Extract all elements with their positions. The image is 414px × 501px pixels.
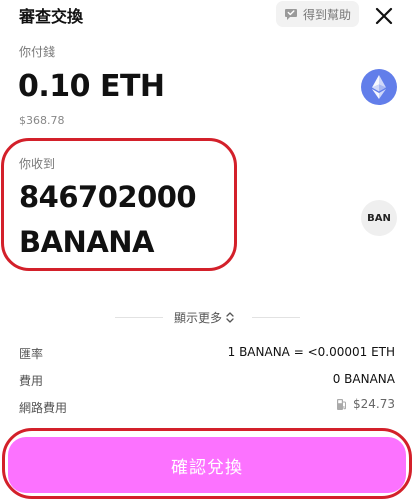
show-more-label: 顯示更多: [174, 311, 223, 325]
rate-label: 匯率: [19, 347, 44, 361]
pay-fiat-value: $368.78: [19, 114, 65, 127]
network-fee-value: $24.73: [336, 397, 395, 411]
chat-help-icon: [285, 9, 297, 20]
get-help-button[interactable]: 得到幫助: [276, 1, 360, 27]
close-icon[interactable]: [372, 4, 396, 28]
divider-left: [115, 317, 163, 318]
rate-value-text: 1 BANANA = <0.00001 ETH: [227, 345, 395, 359]
pay-label: 你付錢: [19, 45, 56, 59]
fee-value-text: 0 BANANA: [332, 372, 395, 386]
chevron-updown-icon: [226, 312, 234, 323]
network-fee-label: 網路費用: [19, 401, 68, 415]
ethereum-icon: [361, 69, 397, 105]
page-title: 審查交換: [19, 7, 84, 26]
divider-right: [252, 317, 300, 318]
fee-value: 0 BANANA: [333, 372, 395, 386]
receive-highlight-annotation: [1, 138, 237, 271]
network-fee-value-text: $24.73: [353, 397, 395, 411]
pay-amount: 0.10 ETH: [18, 69, 165, 104]
get-help-label: 得到幫助: [303, 7, 352, 22]
fee-label: 費用: [19, 374, 44, 388]
gas-pump-icon: [337, 398, 346, 410]
rate-value: 1 BANANA = <0.00001 ETH: [228, 345, 395, 359]
confirm-highlight-annotation: [2, 428, 412, 499]
show-more-toggle[interactable]: 顯示更多: [174, 309, 234, 326]
banana-token-badge: BAN: [361, 200, 397, 236]
